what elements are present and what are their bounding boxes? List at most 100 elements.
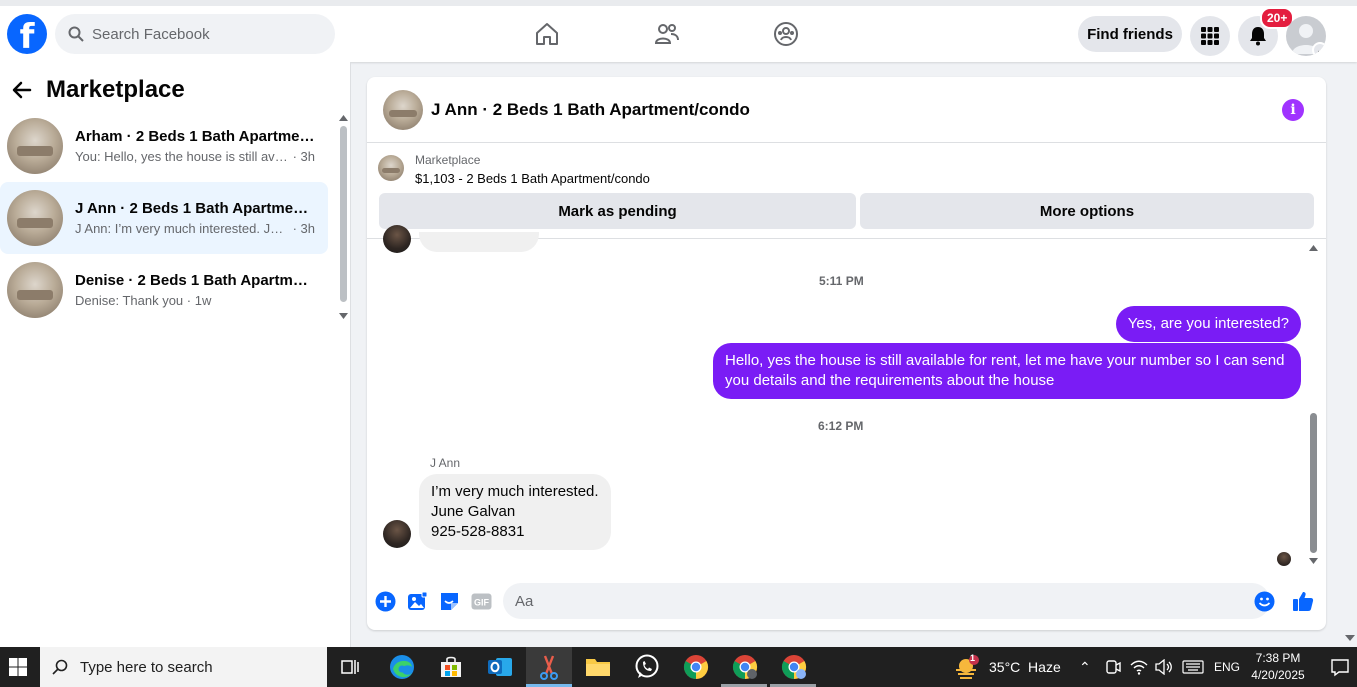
listing-thumbnail: [7, 190, 63, 246]
conversation-preview: You: Hello, yes the house is still avail…: [75, 149, 289, 164]
friends-icon[interactable]: [652, 19, 682, 49]
chrome-profile-icon[interactable]: [780, 653, 808, 681]
sticker-icon[interactable]: [438, 590, 460, 612]
outgoing-message[interactable]: Yes, are you interested?: [1115, 306, 1301, 342]
panel-title: Marketplace: [46, 76, 185, 103]
message-composer: GIF Aa: [367, 577, 1326, 625]
listing-source: Marketplace: [415, 153, 481, 167]
scrollbar-thumb[interactable]: [340, 126, 347, 302]
listing-thumbnail: [7, 262, 63, 318]
inbox-scrollbar[interactable]: [339, 112, 348, 322]
scroll-down-arrow-icon[interactable]: [1309, 557, 1318, 565]
message-line: 925-528-8831: [431, 523, 525, 540]
page-scrollbar[interactable]: [1344, 62, 1357, 647]
groups-icon[interactable]: [771, 19, 801, 49]
facebook-logo[interactable]: f: [7, 14, 47, 54]
taskbar-search-input[interactable]: Type here to search: [40, 647, 327, 687]
volume-icon[interactable]: [1155, 659, 1173, 675]
conversation-item-j-ann[interactable]: J Ann · 2 Beds 1 Bath Apartment/condo J …: [0, 182, 328, 254]
gif-icon[interactable]: GIF: [470, 590, 492, 612]
profile-avatar[interactable]: ⌄: [1286, 16, 1326, 56]
conversation-time: 3h: [300, 149, 315, 164]
back-arrow-icon[interactable]: [12, 80, 32, 100]
emoji-icon[interactable]: [1253, 590, 1275, 612]
meet-now-icon[interactable]: [1105, 659, 1121, 675]
incoming-message[interactable]: I’m very much interested. June Galvan 92…: [419, 474, 611, 550]
chat-window: J Ann · 2 Beds 1 Bath Apartment/condo i …: [367, 77, 1326, 630]
scrollbar-thumb[interactable]: [1310, 413, 1317, 553]
notifications-button[interactable]: 20+: [1238, 7, 1295, 56]
message-timestamp: 5:11 PM: [819, 274, 864, 288]
search-icon: [52, 659, 68, 675]
conversation-preview: Denise: Thank you: [75, 293, 184, 308]
input-language[interactable]: ENG: [1214, 660, 1240, 674]
conversation-item-denise[interactable]: Denise · 2 Beds 1 Bath Apartment/condo D…: [0, 254, 328, 326]
wifi-icon[interactable]: [1130, 659, 1148, 675]
listing-thumbnail: [7, 118, 63, 174]
photo-icon[interactable]: [406, 590, 428, 612]
clock-date: 4/20/2025: [1251, 668, 1305, 682]
search-icon: [68, 26, 84, 42]
chat-title[interactable]: J Ann · 2 Beds 1 Bath Apartment/condo: [431, 100, 750, 120]
listing-thumbnail: [378, 155, 404, 181]
scroll-up-arrow-icon[interactable]: [1309, 244, 1318, 252]
weather-badge: 1: [970, 653, 976, 663]
clock-time: 7:38 PM: [1255, 651, 1301, 665]
conversation-name: Arham · 2 Beds 1 Bath Apartment/condo: [75, 128, 315, 145]
conversation-name: Denise · 2 Beds 1 Bath Apartment/condo: [75, 272, 315, 289]
message-input-placeholder: Aa: [515, 592, 534, 610]
sender-avatar: [383, 225, 411, 253]
chat-scrollbar[interactable]: [1309, 244, 1318, 567]
home-icon[interactable]: [532, 19, 562, 49]
message-input[interactable]: Aa: [503, 583, 1270, 619]
whatsapp-icon[interactable]: [633, 653, 661, 681]
message-bubble-partial: [419, 232, 539, 252]
sender-avatar: [383, 520, 411, 548]
system-clock[interactable]: 7:38 PM 4/20/2025: [1240, 650, 1316, 684]
file-explorer-icon[interactable]: [584, 653, 612, 681]
listing-title[interactable]: $1,103 - 2 Beds 1 Bath Apartment/condo: [415, 171, 650, 186]
message-timestamp: 6:12 PM: [818, 419, 864, 433]
find-friends-button[interactable]: Find friends: [1078, 16, 1182, 52]
snipping-tool-icon[interactable]: [535, 653, 563, 681]
task-view-icon[interactable]: [337, 653, 365, 681]
scroll-up-arrow-icon[interactable]: [339, 114, 348, 122]
more-options-button[interactable]: More options: [860, 193, 1314, 229]
chrome-profile-icon[interactable]: [731, 653, 759, 681]
microsoft-store-icon[interactable]: [437, 653, 465, 681]
menu-grid-icon[interactable]: [1190, 16, 1230, 56]
outgoing-message[interactable]: Hello, yes the house is still available …: [713, 343, 1301, 399]
bell-icon: [1250, 27, 1266, 46]
message-line: June Galvan: [431, 503, 516, 520]
keyboard-icon[interactable]: [1182, 660, 1204, 674]
conversation-item-arham[interactable]: Arham · 2 Beds 1 Bath Apartment/condo Yo…: [0, 110, 328, 182]
weather-haze-icon: [956, 655, 979, 679]
outlook-icon[interactable]: [486, 653, 514, 681]
sender-name: J Ann: [430, 456, 461, 470]
search-placeholder: Search Facebook: [92, 25, 210, 43]
listing-banner: Marketplace $1,103 - 2 Beds 1 Bath Apart…: [367, 143, 1326, 239]
info-icon[interactable]: i: [1282, 99, 1304, 121]
conversation-name: J Ann · 2 Beds 1 Bath Apartment/condo: [75, 200, 315, 217]
plus-circle-icon[interactable]: [374, 590, 396, 612]
notification-center-icon[interactable]: [1326, 653, 1354, 681]
conversation-time: 1w: [194, 293, 212, 308]
read-receipt-avatar: [1277, 552, 1291, 566]
windows-start-icon[interactable]: [4, 653, 32, 681]
edge-browser-icon[interactable]: [388, 653, 416, 681]
tray-icons: ⌃ ENG: [1079, 647, 1240, 687]
listing-thumbnail: [383, 89, 423, 130]
top-navbar: f Search Facebook Find friends 20+ ⌄: [0, 0, 1357, 62]
weather-widget[interactable]: 1 35°C Haze: [954, 647, 1061, 687]
chevron-up-icon[interactable]: ⌃: [1079, 659, 1095, 676]
weather-text: 35°C Haze: [989, 659, 1061, 675]
chrome-icon[interactable]: [682, 653, 710, 681]
conversation-preview: J Ann: I’m very much interested. June Ga…: [75, 221, 289, 236]
thumbs-up-icon[interactable]: [1292, 590, 1314, 612]
scroll-down-arrow-icon[interactable]: [1345, 634, 1355, 642]
message-thread: 5:11 PM Yes, are you interested? Hello, …: [367, 225, 1326, 570]
mark-as-pending-button[interactable]: Mark as pending: [379, 193, 856, 229]
scroll-down-arrow-icon[interactable]: [339, 312, 348, 320]
search-facebook-input[interactable]: Search Facebook: [55, 14, 335, 54]
svg-text:GIF: GIF: [474, 597, 490, 607]
